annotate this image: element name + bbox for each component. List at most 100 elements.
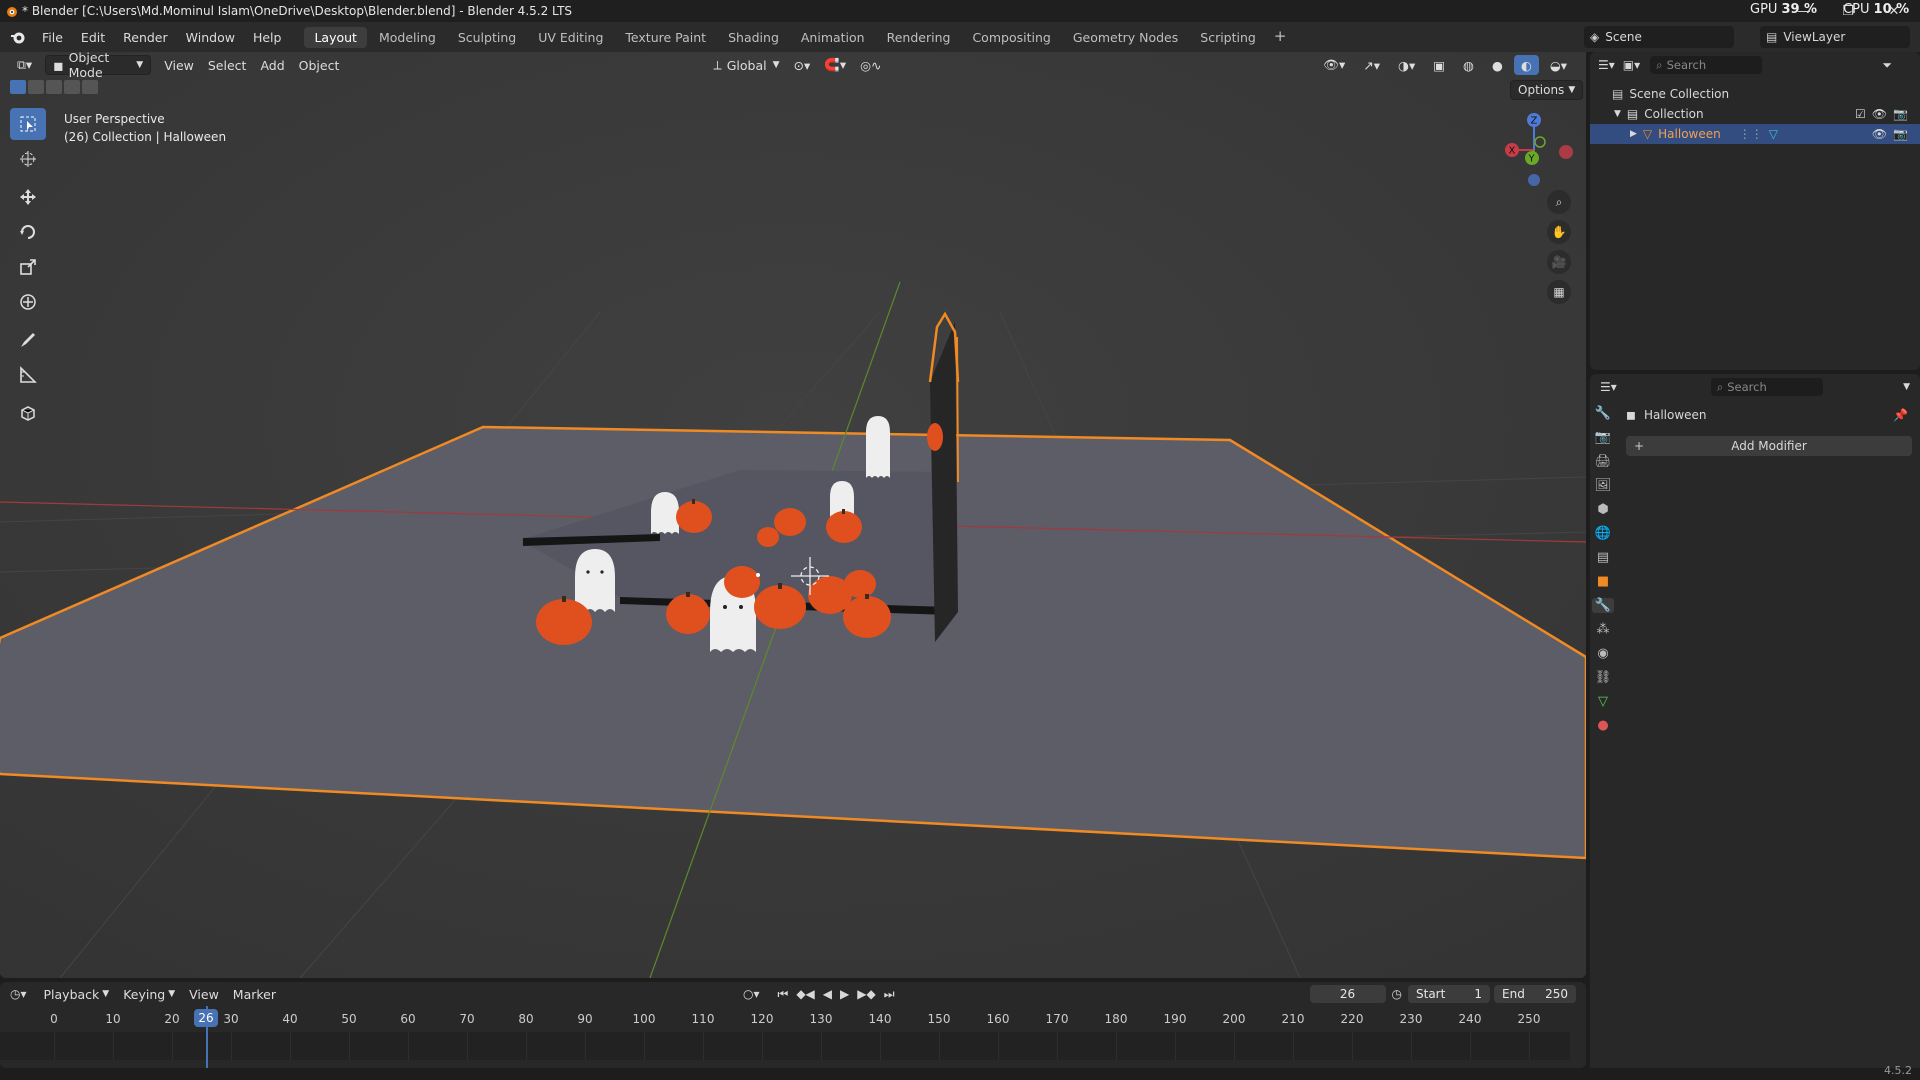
pumpkin[interactable] [927,423,943,451]
scene-tab-icon[interactable]: ⬢ [1597,502,1608,517]
visibility-icon[interactable]: 👁▾ [1316,55,1352,75]
menu-playback[interactable]: Playback ▼ [37,984,117,1004]
world-tab-icon[interactable]: 🌐 [1595,526,1611,541]
prev-keyframe-icon[interactable]: ◆◀ [796,987,814,1002]
chevron-down-icon[interactable]: ▼ [1903,382,1910,392]
next-keyframe-icon[interactable]: ▶◆ [857,987,875,1002]
shading-rendered-icon[interactable]: ◒▾ [1543,55,1574,75]
proportional-editing-icon[interactable]: ◎∿ [853,55,888,75]
blender-menu-icon[interactable] [9,29,27,45]
editor-type-icon[interactable]: ⧉▾ [10,55,39,75]
current-frame-field[interactable]: 26 [1309,985,1386,1003]
tool-tab-icon[interactable]: 🔧 [1595,406,1611,421]
tab-geometry-nodes[interactable]: Geometry Nodes [1063,27,1188,48]
checkbox-icon[interactable]: ☑ [1855,104,1866,124]
select-new-icon[interactable] [10,80,26,94]
output-tab-icon[interactable]: 🖨 [1595,454,1612,469]
constraints-tab-icon[interactable]: ⛓ [1595,670,1612,685]
viewport-scene[interactable] [0,52,1586,978]
properties-editor-icon[interactable]: ☰▾ [1600,380,1617,394]
outliner-search[interactable]: ⌕ Search [1650,56,1763,74]
timeline-ruler[interactable]: 0 10 20 30 40 50 60 70 80 90 100 110 120 130 140 150 160… [0,1006,1586,1068]
overlays-icon[interactable]: ◑▾ [1391,55,1422,75]
chevron-right-icon[interactable]: ▶ [1630,124,1637,144]
3d-viewport[interactable] [0,52,1586,978]
menu-add[interactable]: Add [253,55,291,75]
minimize-button[interactable]: — [1784,0,1824,22]
annotate-tool-icon[interactable] [10,324,46,356]
modifier-tab-icon[interactable]: 🔧 [1591,598,1615,613]
pumpkin[interactable] [536,599,592,645]
properties-search[interactable]: ⌕ Search [1710,378,1823,396]
tab-animation[interactable]: Animation [791,27,875,48]
pan-hand-icon[interactable]: ✋ [1547,220,1571,244]
cursor-tool-icon[interactable] [10,143,46,175]
gizmo-toggle-icon[interactable]: ↗▾ [1356,55,1387,75]
measure-tool-icon[interactable] [10,359,46,391]
select-subtract-icon[interactable] [46,80,62,94]
pumpkin[interactable] [826,511,862,543]
menu-edit[interactable]: Edit [72,30,114,45]
play-reverse-icon[interactable]: ◀ [823,987,832,1002]
scene-selector[interactable]: ◈ Scene [1584,26,1734,48]
navigation-gizmo[interactable]: Z X Y [1480,108,1580,198]
pumpkin[interactable] [666,594,710,634]
render-tab-icon[interactable]: 📷 [1595,430,1611,445]
view-layer-tab-icon[interactable]: 🖼 [1595,478,1612,493]
pumpkin[interactable] [676,501,712,533]
menu-file[interactable]: File [33,30,72,45]
add-workspace-icon[interactable]: + [1268,27,1293,48]
eye-icon[interactable]: 👁 [1872,124,1887,144]
select-intersect-icon[interactable] [82,80,98,94]
ghost[interactable] [651,492,679,534]
halloween-object-row[interactable]: ▶ ▽ Halloween ⋮⋮ ▽ 👁 📷 [1590,124,1920,144]
pumpkin[interactable] [774,508,806,536]
pumpkin[interactable] [757,527,779,547]
tab-texture-paint[interactable]: Texture Paint [615,27,716,48]
pumpkin[interactable] [754,585,806,629]
close-button[interactable]: ✕ [1874,0,1914,22]
timeline-editor-icon[interactable]: ◷▾ [10,987,27,1001]
pumpkin[interactable] [844,570,876,598]
shading-wireframe-icon[interactable]: ◍ [1456,55,1481,75]
shading-solid-icon[interactable]: ● [1485,55,1510,75]
pumpkin[interactable] [724,566,760,598]
jump-end-icon[interactable]: ⏭ [884,987,895,1002]
camera-view-icon[interactable]: 🎥 [1547,250,1571,274]
pivot-point-icon[interactable]: ⊙▾ [787,55,818,75]
tab-modeling[interactable]: Modeling [369,27,446,48]
chevron-down-icon[interactable]: ▼ [1614,104,1621,124]
menu-view[interactable]: View [157,55,201,75]
orientation-selector[interactable]: ⟂ Global ▼ [706,55,786,75]
menu-object[interactable]: Object [292,55,347,75]
menu-help[interactable]: Help [244,30,291,45]
outliner-editor-icon[interactable]: ☰▾ [1598,58,1615,72]
grid-perspective-icon[interactable]: ▦ [1547,280,1571,304]
tab-rendering[interactable]: Rendering [877,27,961,48]
ghost[interactable] [866,436,890,478]
display-mode-icon[interactable]: ▣▾ [1623,58,1640,72]
xray-icon[interactable]: ▣ [1426,55,1452,75]
start-frame-field[interactable]: Start 1 [1408,985,1490,1003]
add-cube-tool-icon[interactable] [10,397,46,429]
scene-collection-row[interactable]: ▤ Scene Collection [1612,84,1920,104]
add-modifier-button[interactable]: + Add Modifier [1626,436,1912,456]
end-frame-field[interactable]: End 250 [1494,985,1576,1003]
menu-render[interactable]: Render [114,30,177,45]
select-box-tool-icon[interactable] [10,108,46,140]
physics-tab-icon[interactable]: ◉ [1597,646,1608,661]
mode-selector[interactable]: ◼ Object Mode ▼ [45,50,152,80]
collection-tab-icon[interactable]: ▤ [1597,550,1609,565]
preview-range-icon[interactable]: ◷ [1392,987,1402,1001]
scale-tool-icon[interactable] [10,251,46,283]
shading-material-icon[interactable]: ◐ [1513,55,1539,75]
zoom-icon[interactable]: ⌕ [1547,190,1571,214]
menu-window[interactable]: Window [177,30,244,45]
camera-icon[interactable]: 📷 [1893,124,1908,144]
collection-row[interactable]: ▼ ▤ Collection ☑ 👁 📷 [1614,104,1920,124]
pin-icon[interactable]: 📌 [1893,408,1908,422]
snap-icon[interactable]: 🧲▾ [817,55,853,75]
view-layer-selector[interactable]: ▤ ViewLayer [1760,26,1910,48]
data-tab-icon[interactable]: ▽ [1598,694,1608,709]
jump-start-icon[interactable]: ⏮ [778,987,789,1002]
